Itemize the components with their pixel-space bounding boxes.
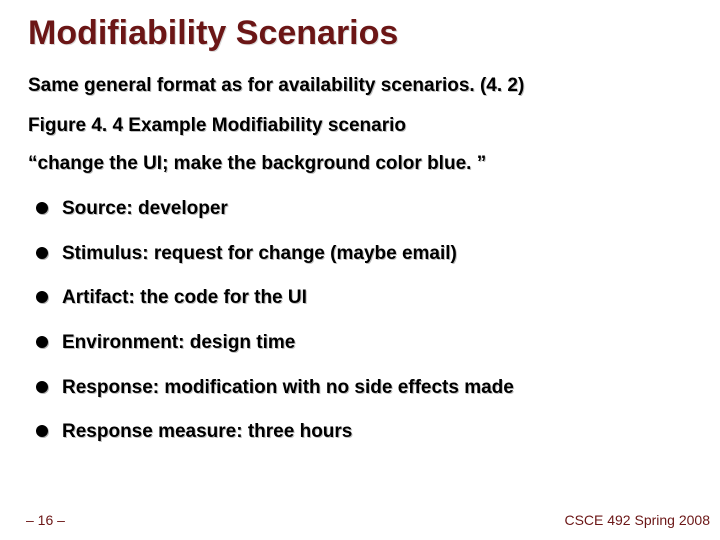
list-item: Response measure: three hours: [32, 420, 692, 445]
list-item: Stimulus: request for change (maybe emai…: [32, 242, 692, 267]
slide: Modifiability Scenarios Same general for…: [0, 0, 720, 540]
footer: – 16 – CSCE 492 Spring 2008: [0, 508, 720, 528]
list-item: Artifact: the code for the UI: [32, 286, 692, 311]
bullet-list: Source: developer Stimulus: request for …: [28, 197, 692, 445]
slide-title: Modifiability Scenarios: [28, 14, 692, 53]
course-label: CSCE 492 Spring 2008: [564, 512, 710, 528]
intro-text: Same general format as for availability …: [28, 75, 692, 97]
quote-text: “change the UI; make the background colo…: [28, 153, 692, 175]
list-item: Environment: design time: [32, 331, 692, 356]
figure-caption: Figure 4. 4 Example Modifiability scenar…: [28, 115, 692, 137]
list-item: Source: developer: [32, 197, 692, 222]
page-number: – 16 –: [26, 512, 65, 528]
list-item: Response: modification with no side effe…: [32, 376, 692, 401]
